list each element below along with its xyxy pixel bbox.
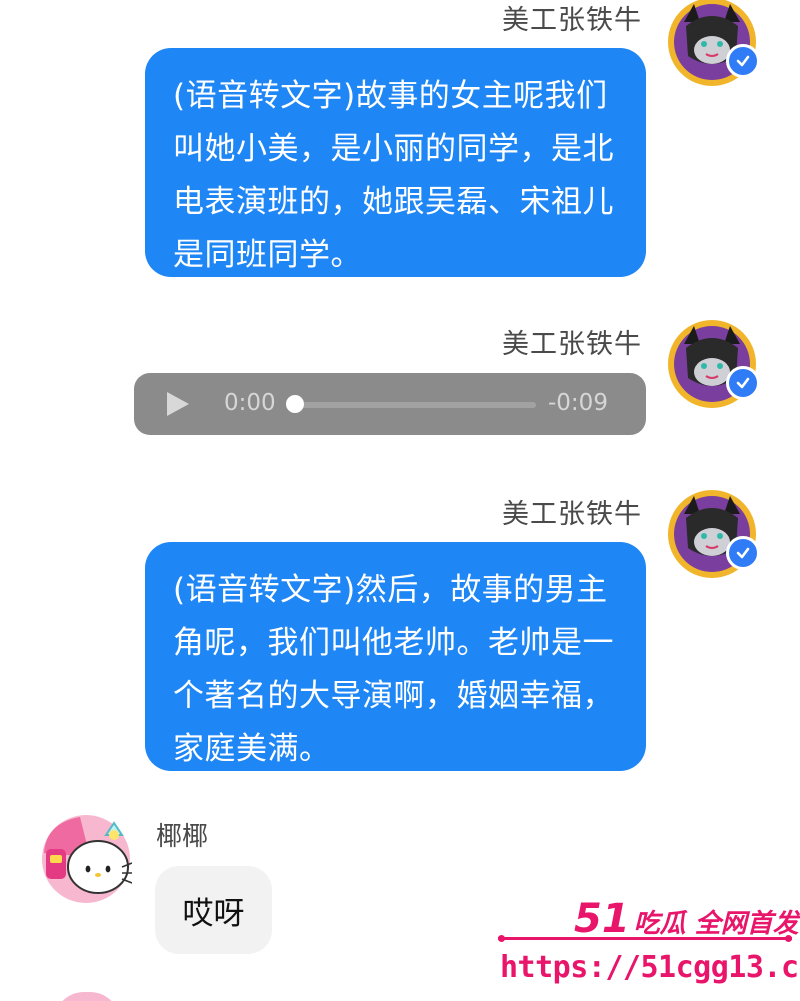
audio-remaining-time: -0:09	[548, 390, 608, 416]
audio-current-time: 0:00	[224, 390, 276, 416]
watermark-dot	[498, 935, 505, 942]
avatar[interactable]	[54, 992, 120, 1001]
verified-check-icon	[726, 366, 760, 400]
avatar[interactable]	[666, 0, 760, 88]
play-icon[interactable]	[167, 392, 189, 416]
avatar[interactable]	[40, 813, 132, 905]
message-bubble[interactable]: (语音转文字)然后，故事的男主角呢，我们叫他老帅。老帅是一个著名的大导演啊，婚姻…	[145, 542, 646, 771]
watermark-brand-text: 吃瓜 全网首发	[633, 909, 799, 939]
watermark-dot	[785, 935, 792, 942]
audio-progress-knob[interactable]	[286, 395, 304, 413]
sender-name: 美工张铁牛	[502, 329, 642, 360]
audio-player[interactable]: 0:00 -0:09	[134, 373, 646, 435]
sender-name: 美工张铁牛	[502, 499, 642, 530]
audio-progress-track[interactable]	[292, 402, 536, 408]
message-bubble[interactable]: 哎呀	[155, 866, 272, 954]
watermark-url: https://51cgg13.com	[500, 950, 800, 985]
avatar[interactable]	[666, 318, 760, 410]
sender-name: 美工张铁牛	[502, 5, 642, 36]
sender-name: 椰椰	[156, 822, 209, 852]
avatar[interactable]	[666, 488, 760, 580]
message-bubble[interactable]: (语音转文字)故事的女主呢我们叫她小美，是小丽的同学，是北电表演班的，她跟吴磊、…	[145, 48, 646, 277]
verified-check-icon	[726, 536, 760, 570]
watermark-brand-number: 51	[574, 896, 630, 942]
watermark-brand: 51 吃瓜 全网首发	[574, 896, 799, 942]
avatar-hellokitty-icon	[42, 815, 132, 903]
watermark-divider	[498, 937, 792, 940]
chat-screen: 美工张铁牛 (语音转文字)故事的女主呢我们叫她小美，是小丽的同学，是北电表演班的…	[0, 0, 800, 1001]
verified-check-icon	[726, 44, 760, 78]
